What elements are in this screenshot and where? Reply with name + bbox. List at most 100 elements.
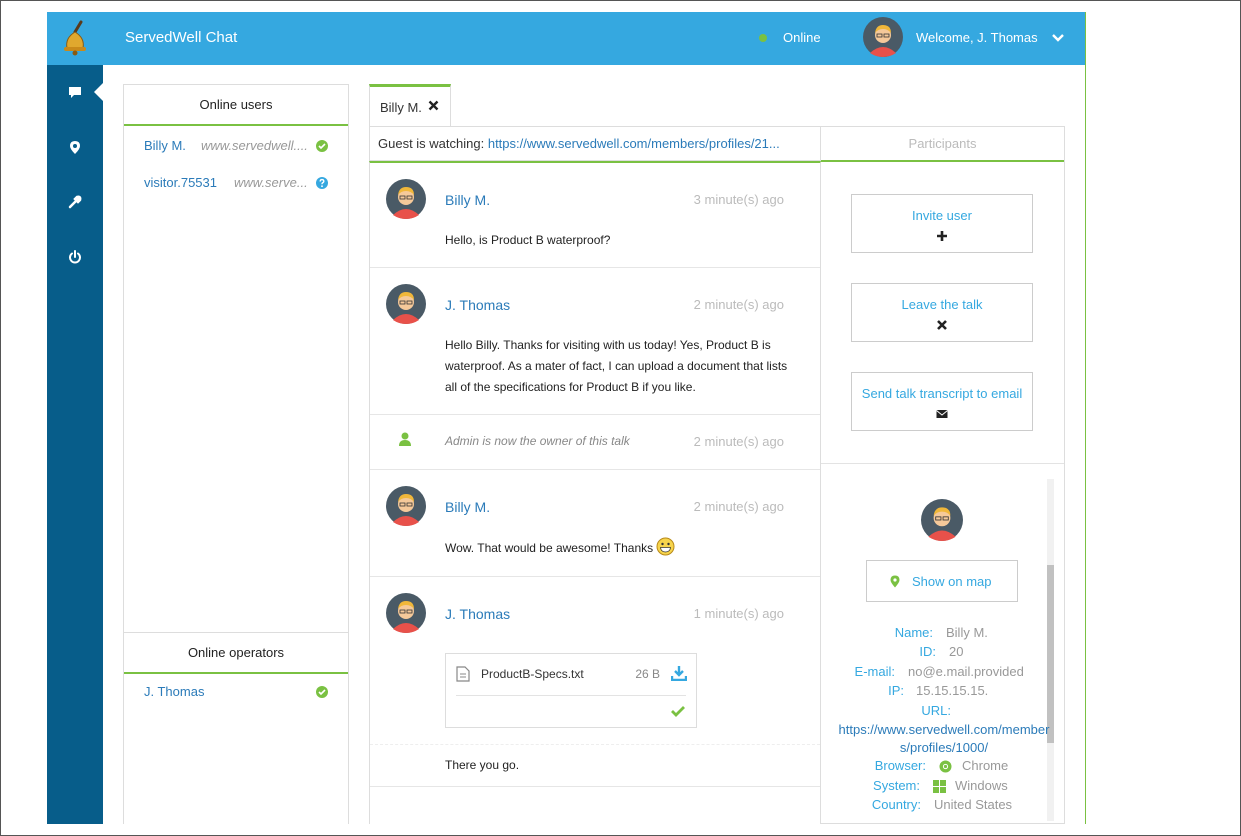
participants-panel: Participants Invite user Leave the talk … (821, 126, 1065, 824)
check-icon (671, 706, 685, 717)
map-marker-icon (890, 575, 900, 588)
online-users-title: Online users (124, 85, 348, 126)
invite-user-label: Invite user (912, 208, 972, 223)
message-time: 2 minute(s) ago (693, 434, 784, 449)
chrome-icon (939, 760, 952, 773)
question-circle-icon (316, 177, 328, 189)
close-tab-icon[interactable] (428, 100, 439, 111)
file-name: ProductB-Specs.txt (481, 667, 584, 681)
send-transcript-label: Send talk transcript to email (861, 386, 1023, 401)
scrollbar-thumb[interactable] (1047, 565, 1054, 743)
check-circle-icon (316, 686, 328, 698)
user-avatar[interactable] (863, 17, 903, 57)
leave-talk-button[interactable]: Leave the talk (851, 283, 1033, 342)
online-users-panel: Online users Billy M. www.servedwell....… (123, 84, 349, 824)
divider (456, 695, 686, 696)
message-text: There you go. (445, 758, 520, 772)
message-author: J. Thomas (445, 297, 511, 313)
watching-bar: Guest is watching: https://www.servedwel… (369, 126, 821, 161)
online-operators-section: Online operators (124, 632, 348, 674)
tab-billy[interactable]: Billy M. (369, 84, 451, 127)
welcome-text[interactable]: Welcome, J. Thomas (916, 30, 1038, 45)
sidebar-item-logout[interactable] (47, 242, 103, 272)
message-item: J. Thomas 1 minute(s) ago ProductB-Specs… (370, 577, 820, 745)
detail-label: Country: (871, 797, 921, 812)
user-url: www.serve... (234, 175, 308, 190)
message-time: 1 minute(s) ago (693, 606, 784, 621)
message-text-row: Wow. That would be awesome! Thanks (445, 537, 795, 559)
send-transcript-button[interactable]: Send talk transcript to email (851, 372, 1033, 431)
envelope-icon (936, 410, 948, 418)
watching-prefix: Guest is watching: (378, 136, 485, 151)
user-name: Billy M. (144, 138, 186, 153)
sidebar-item-map[interactable] (47, 132, 103, 162)
message-item: Billy M. 3 minute(s) ago Hello, is Produ… (370, 163, 820, 268)
avatar (386, 284, 426, 324)
chat-app: ServedWell Chat Online Welcome, J. Thoma… (47, 12, 1086, 824)
detail-label: IP: (888, 683, 904, 698)
operator-row[interactable]: J. Thomas (124, 681, 348, 705)
file-attachment[interactable]: ProductB-Specs.txt 26 B (445, 653, 697, 728)
detail-value: Billy M. (946, 625, 988, 640)
app-title: ServedWell Chat (125, 29, 238, 46)
system-message: Admin is now the owner of this talk 2 mi… (370, 415, 820, 470)
message-author: Billy M. (445, 192, 491, 208)
details-scrollbar[interactable] (1047, 479, 1054, 821)
user-name: visitor.75531 (144, 175, 217, 190)
avatar (386, 486, 426, 526)
operator-name: J. Thomas (144, 684, 205, 699)
tab-label: Billy M. (380, 100, 422, 115)
participants-title: Participants (821, 127, 1064, 162)
participant-avatar (921, 499, 963, 541)
message-author: J. Thomas (445, 606, 511, 622)
detail-label: URL: (921, 703, 951, 718)
user-row[interactable]: visitor.75531 www.serve... (124, 172, 348, 196)
detail-label: Browser: (874, 758, 926, 773)
check-circle-icon (316, 140, 328, 152)
file-text-icon (456, 666, 470, 682)
user-url: www.servedwell.... (201, 138, 308, 153)
message-text: Hello Billy. Thanks for visiting with us… (445, 338, 788, 394)
detail-label: ID: (919, 644, 936, 659)
avatar (386, 179, 426, 219)
online-status[interactable]: Online (783, 30, 821, 45)
user-row[interactable]: Billy M. www.servedwell.... (124, 135, 348, 159)
grinning-emoji-icon (656, 537, 675, 556)
message-author: Billy M. (445, 499, 491, 515)
bell-logo-icon (64, 20, 86, 56)
message-item: Billy M. 2 minute(s) ago Wow. That would… (370, 470, 820, 577)
chevron-down-icon[interactable] (1051, 31, 1065, 45)
detail-value: no@e.mail.provided (908, 664, 1024, 679)
user-icon (399, 432, 411, 446)
top-bar: ServedWell Chat Online Welcome, J. Thoma… (47, 12, 1085, 65)
detail-label: E-mail: (854, 664, 895, 679)
power-icon (69, 250, 81, 264)
detail-url-link[interactable]: https://www.servedwell.com/members/profi… (838, 721, 1050, 757)
map-marker-icon (70, 141, 80, 154)
detail-value: 15.15.15.15. (916, 683, 989, 698)
online-status-dot (759, 34, 767, 42)
show-on-map-label: Show on map (912, 574, 992, 589)
system-message-text: Admin is now the owner of this talk (445, 434, 630, 448)
sidebar (47, 65, 103, 824)
detail-value: United States (934, 797, 1013, 812)
chat-area: Billy M. Guest is watching: https://www.… (369, 84, 1065, 824)
chat-icon (69, 87, 81, 98)
leave-talk-label: Leave the talk (901, 297, 983, 312)
watching-url-link[interactable]: https://www.servedwell.com/members/profi… (488, 136, 780, 151)
message-time: 2 minute(s) ago (693, 499, 784, 514)
message-time: 3 minute(s) ago (693, 192, 784, 207)
avatar (386, 593, 426, 633)
wrench-icon (68, 195, 82, 209)
download-icon[interactable] (671, 665, 687, 681)
windows-icon (933, 780, 946, 793)
detail-label: Name: (894, 625, 933, 640)
message-list: Billy M. 3 minute(s) ago Hello, is Produ… (369, 161, 821, 824)
invite-user-button[interactable]: Invite user (851, 194, 1033, 253)
plus-icon (937, 231, 947, 241)
message-time: 2 minute(s) ago (693, 297, 784, 312)
show-on-map-button[interactable]: Show on map (866, 560, 1018, 602)
message-text: Hello, is Product B waterproof? (445, 233, 611, 247)
sidebar-item-settings[interactable] (47, 187, 103, 217)
sidebar-item-chat[interactable] (47, 77, 103, 107)
